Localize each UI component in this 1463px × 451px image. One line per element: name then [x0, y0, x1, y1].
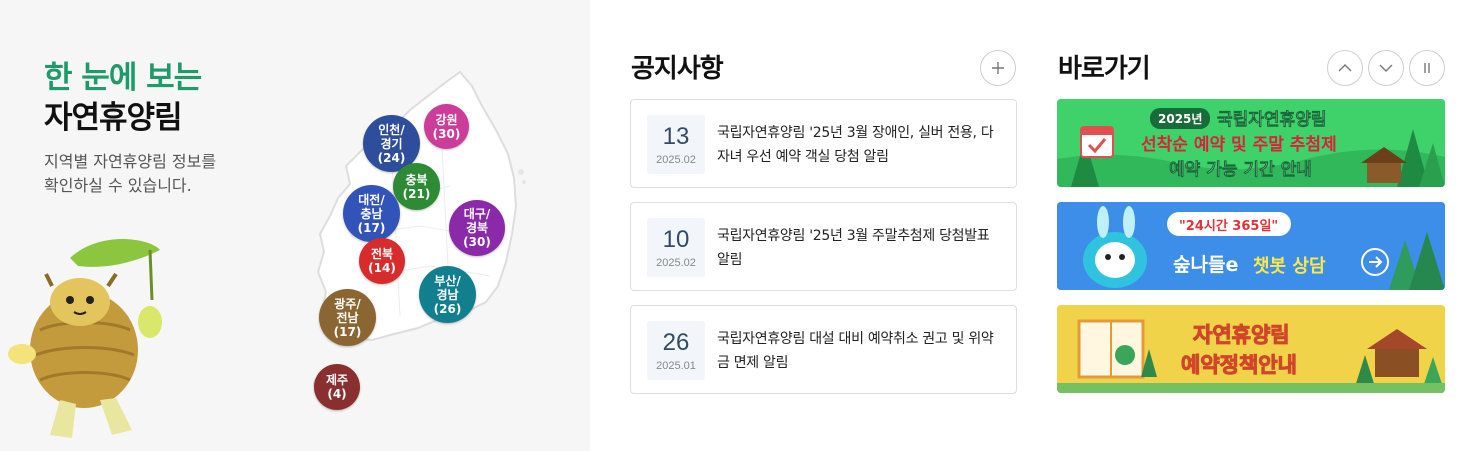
banner1-line2: 선착순 예약 및 주말 추첨제 — [1141, 135, 1337, 155]
region-name: 대구/ — [463, 207, 491, 221]
banner3-line1: 자연휴양림 — [1193, 323, 1291, 348]
region-count: (17) — [357, 220, 386, 235]
section-title: 자연휴양림 — [44, 100, 183, 136]
region-name: 부산/ — [434, 273, 461, 288]
plus-icon — [992, 62, 1004, 74]
banner1-title: 국립자연휴양림 — [1217, 110, 1327, 131]
notice-item[interactable]: 10 2025.02 국립자연휴양림 '25년 3월 주말추첨제 당첨발표 알림 — [630, 202, 1017, 291]
region-jeonbuk[interactable]: 전북 (14) — [359, 238, 405, 284]
region-name: 전남 — [336, 310, 359, 325]
region-name: 광주/ — [334, 296, 361, 311]
section-title-highlight: 한 눈에 보는 — [44, 60, 202, 96]
reservation-policy-banner[interactable]: 자연휴양림 예약정책안내 — [1057, 305, 1445, 393]
notice-day: 26 — [662, 329, 690, 356]
banner1-badge: 2025년 — [1150, 108, 1211, 129]
notice-date: 10 2025.02 — [647, 218, 705, 277]
reservation-period-banner[interactable]: 2025년 국립자연휴양림 선착순 예약 및 주말 추첨제 예약 가능 기간 안… — [1057, 99, 1445, 187]
chevron-down-icon — [1379, 64, 1393, 72]
region-map-section: 한 눈에 보는 자연휴양림 지역별 자연휴양림 정보를 확인하실 수 있습니다.… — [0, 0, 590, 451]
notice-item[interactable]: 13 2025.02 국립자연휴양림 '25년 3월 장애인, 실버 전용, 다… — [630, 99, 1017, 188]
slide-next-button[interactable] — [1368, 50, 1404, 86]
region-name: 전북 — [370, 247, 394, 261]
description-line-2: 확인하실 수 있습니다. — [44, 176, 192, 195]
notice-date: 13 2025.02 — [647, 115, 705, 174]
slide-pause-button[interactable] — [1409, 50, 1445, 86]
notice-title: 공지사항 — [631, 54, 724, 84]
banner2-label: 챗봇 상담 — [1253, 256, 1326, 277]
region-count: (4) — [327, 387, 347, 401]
chatbot-banner[interactable]: "24시간 365일" 숲나들e 챗봇 상담 — [1057, 202, 1445, 290]
banner2-brand: 숲나들e — [1173, 254, 1239, 276]
section-description: 지역별 자연휴양림 정보를 확인하실 수 있습니다. — [44, 150, 284, 198]
notice-text[interactable]: 국립자연휴양림 '25년 3월 장애인, 실버 전용, 다자녀 우선 예약 객실… — [717, 121, 1005, 169]
region-name: 경기 — [380, 136, 403, 151]
region-name: 제주 — [325, 373, 349, 387]
region-chungbuk[interactable]: 충북 (21) — [393, 163, 440, 210]
notice-day: 13 — [662, 123, 690, 150]
region-daejeon-chungnam[interactable]: 대전/ 충남 (17) — [343, 185, 400, 242]
region-name: 경남 — [436, 287, 459, 302]
region-count: (24) — [377, 150, 406, 165]
region-count: (21) — [402, 186, 431, 201]
banner1-line3: 예약 가능 기간 안내 — [1169, 160, 1312, 181]
region-name: 경북 — [465, 221, 489, 235]
notice-year-month: 2025.01 — [656, 360, 696, 372]
notice-item[interactable]: 26 2025.01 국립자연휴양림 대설 대비 예약취소 권고 및 위약금 면… — [630, 305, 1017, 394]
region-count: (30) — [432, 126, 461, 141]
mascot-character-icon — [8, 239, 162, 438]
notice-text[interactable]: 국립자연휴양림 '25년 3월 주말추첨제 당첨발표 알림 — [717, 224, 1005, 272]
region-gwangju-jeonnam[interactable]: 광주/ 전남 (17) — [319, 289, 376, 346]
chevron-up-icon — [1338, 64, 1352, 72]
region-count: (30) — [463, 235, 491, 249]
region-name: 인천/ — [378, 122, 405, 137]
region-busan-gyeongnam[interactable]: 부산/ 경남 (26) — [419, 266, 476, 323]
notice-text[interactable]: 국립자연휴양림 대설 대비 예약취소 권고 및 위약금 면제 알림 — [717, 327, 1005, 375]
page-root: 한 눈에 보는 자연휴양림 지역별 자연휴양림 정보를 확인하실 수 있습니다.… — [0, 0, 1463, 451]
notice-year-month: 2025.02 — [656, 257, 696, 269]
notice-more-button[interactable] — [980, 50, 1016, 86]
region-count: (14) — [368, 261, 396, 275]
banner2-quote: "24시간 365일" — [1179, 219, 1279, 234]
region-count: (17) — [333, 324, 362, 339]
region-name: 충북 — [405, 172, 428, 187]
slide-prev-button[interactable] — [1327, 50, 1363, 86]
region-daegu-gyeongbuk[interactable]: 대구/ 경북 (30) — [449, 200, 505, 256]
description-line-1: 지역별 자연휴양림 정보를 — [44, 152, 217, 171]
shortcuts-title: 바로가기 — [1058, 54, 1151, 84]
banner3-line2: 예약정책안내 — [1181, 353, 1298, 378]
region-name: 대전/ — [358, 192, 385, 207]
notice-year-month: 2025.02 — [656, 154, 696, 166]
region-name: 충남 — [360, 206, 383, 221]
region-gangwon[interactable]: 강원 (30) — [424, 104, 469, 149]
pause-icon — [1424, 63, 1430, 73]
region-jeju[interactable]: 제주 (4) — [314, 364, 360, 410]
notice-date: 26 2025.01 — [647, 321, 705, 380]
region-name: 강원 — [435, 112, 458, 127]
region-count: (26) — [433, 301, 462, 316]
notice-day: 10 — [662, 226, 690, 253]
